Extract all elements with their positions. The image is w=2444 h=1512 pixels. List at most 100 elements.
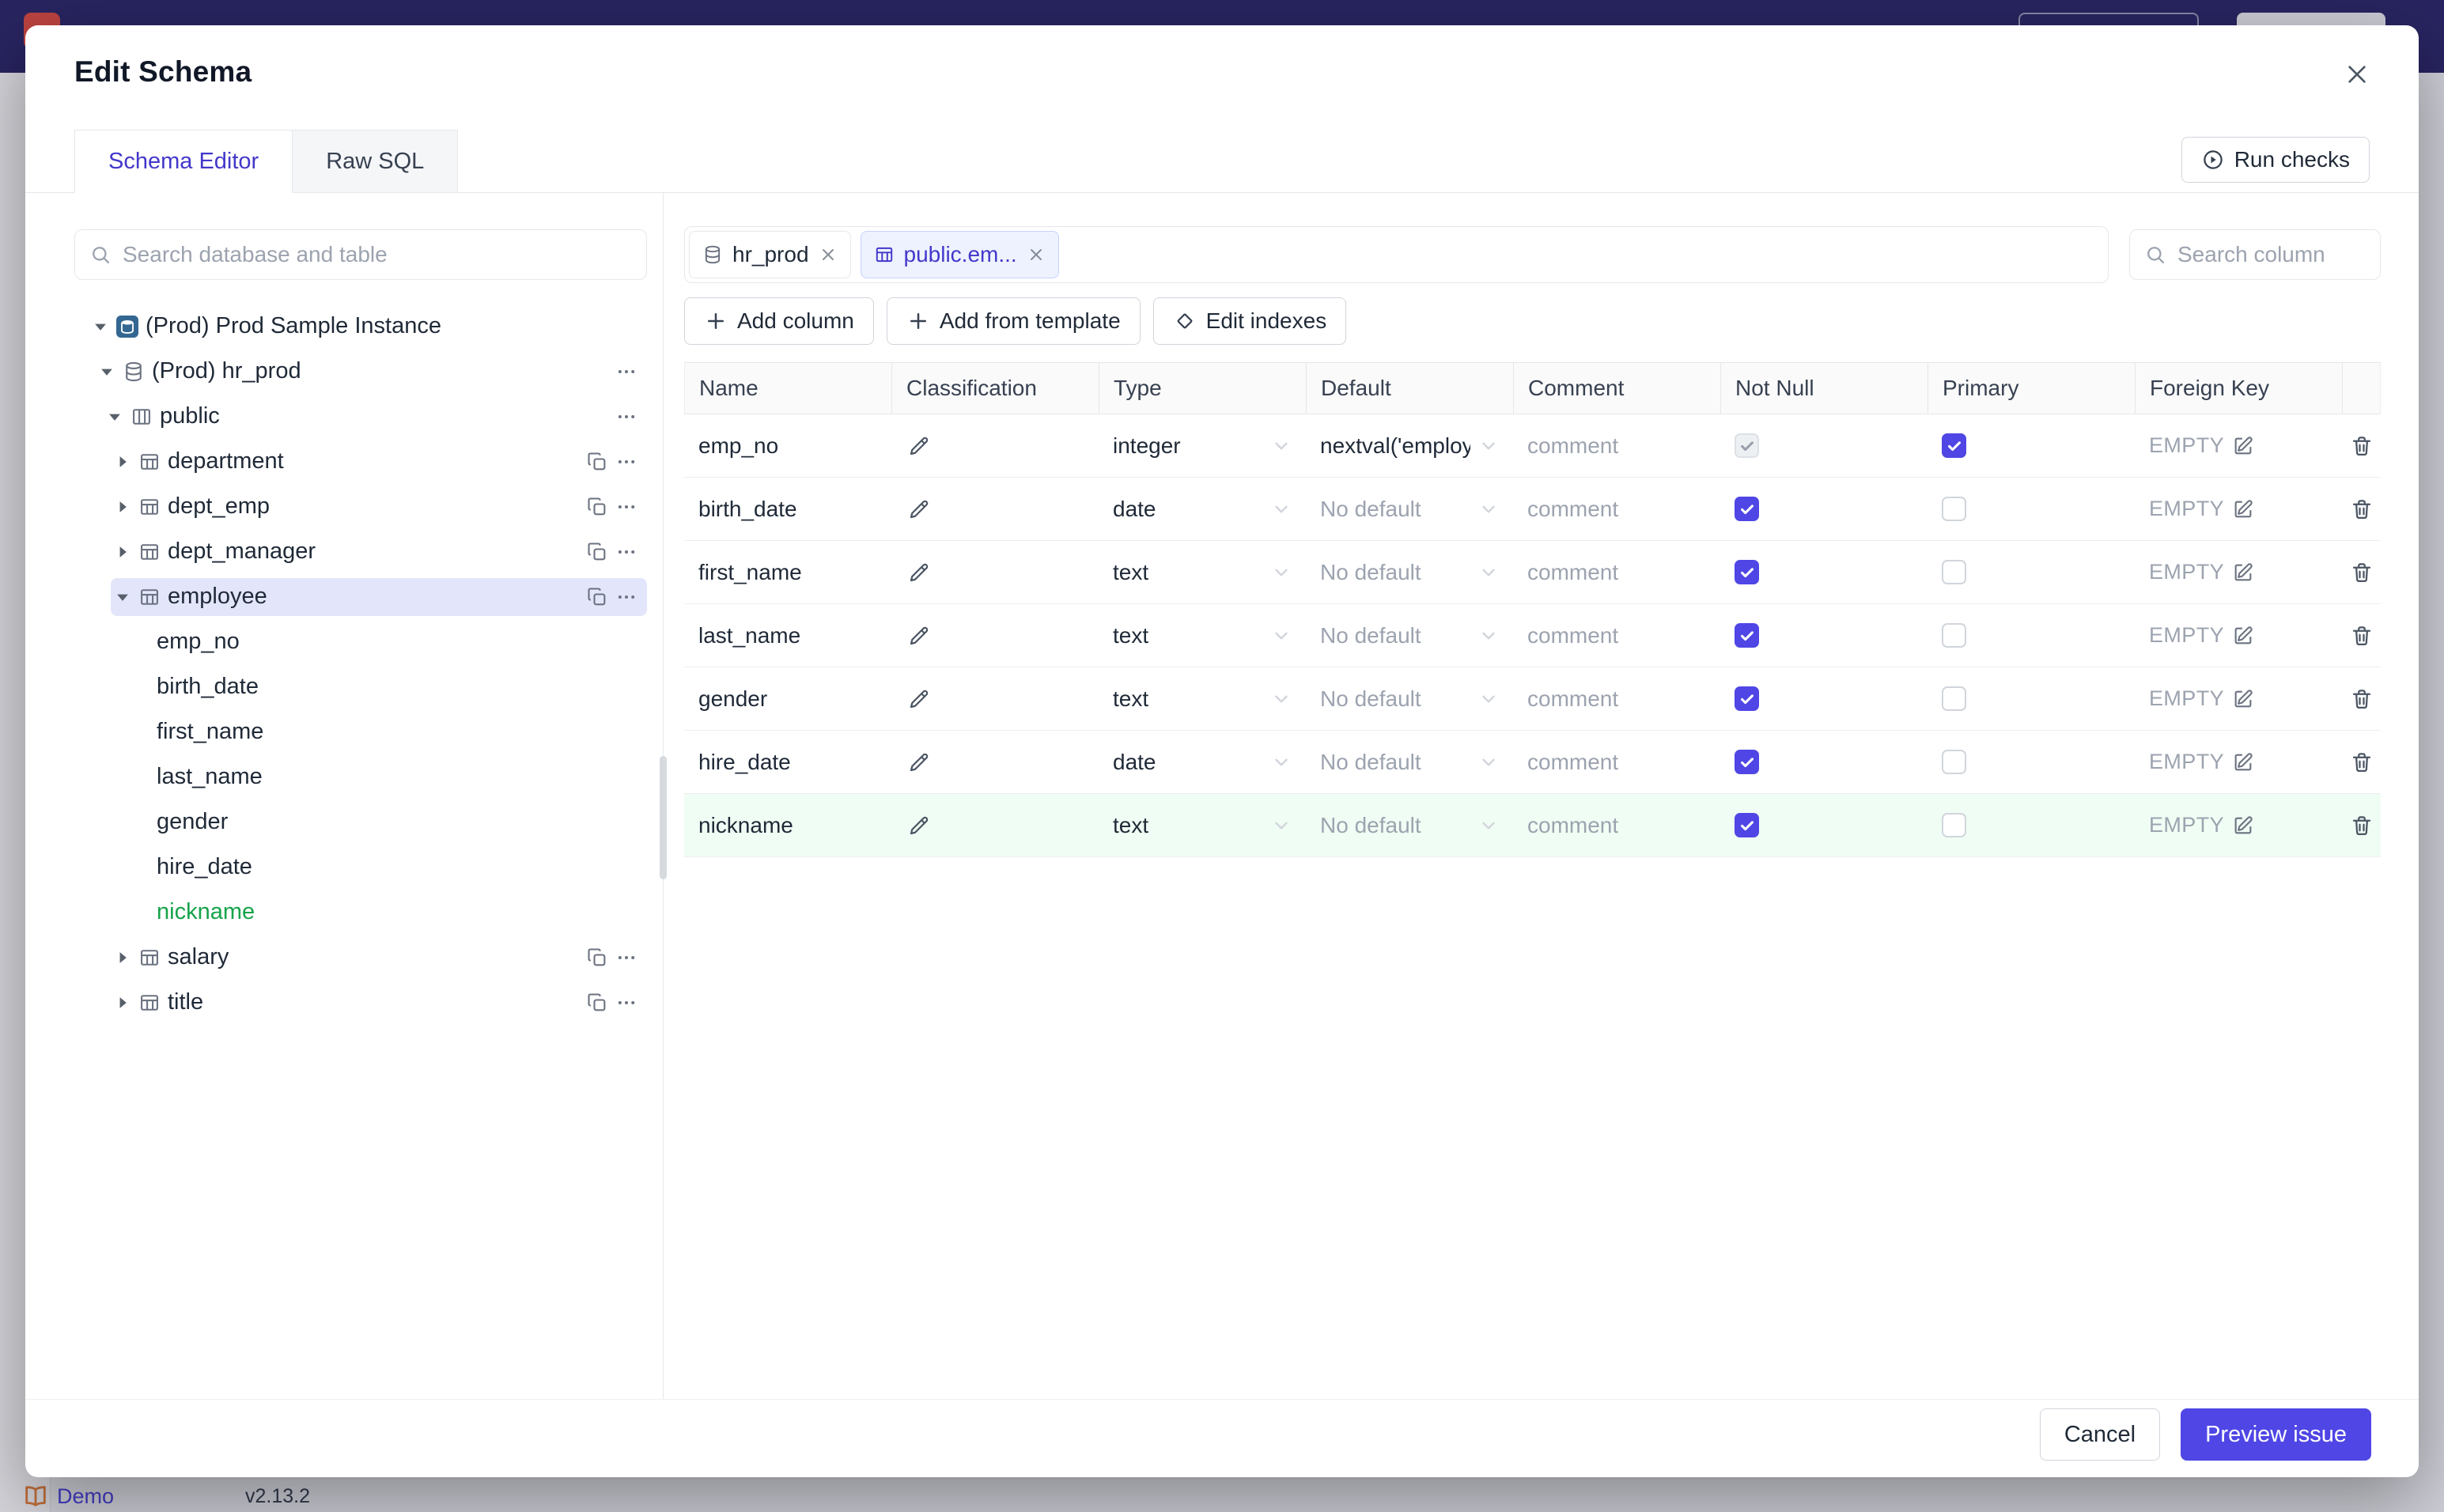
tree-item-emp-no[interactable]: emp_no — [74, 619, 647, 664]
more-actions-icon[interactable] — [615, 451, 637, 473]
type-select[interactable]: date — [1099, 478, 1306, 540]
default-select[interactable]: No default — [1306, 541, 1513, 603]
more-actions-icon[interactable] — [615, 406, 637, 428]
not-null-checkbox[interactable] — [1735, 497, 1759, 521]
foreign-key-button[interactable]: EMPTY — [2149, 623, 2254, 648]
caret-down-icon[interactable] — [106, 408, 123, 425]
caret-right-icon[interactable] — [114, 949, 131, 966]
primary-checkbox[interactable] — [1942, 433, 1966, 458]
classification-edit-icon[interactable] — [906, 559, 933, 586]
column-search-input[interactable] — [2177, 242, 2366, 267]
comment-cell[interactable]: comment — [1513, 541, 1720, 603]
more-actions-icon[interactable] — [615, 992, 637, 1014]
not-null-checkbox[interactable] — [1735, 686, 1759, 711]
caret-down-icon[interactable] — [98, 363, 115, 380]
not-null-checkbox[interactable] — [1735, 750, 1759, 774]
primary-checkbox[interactable] — [1942, 560, 1966, 584]
duplicate-table-icon[interactable] — [586, 992, 608, 1014]
resize-handle[interactable] — [660, 756, 667, 879]
tree-item-prod-hr-prod[interactable]: (Prod) hr_prod — [74, 349, 647, 394]
classification-edit-icon[interactable] — [906, 496, 933, 523]
cancel-button[interactable]: Cancel — [2039, 1408, 2161, 1461]
tab-schema-editor[interactable]: Schema Editor — [74, 130, 293, 193]
default-select[interactable]: No default — [1306, 667, 1513, 730]
edit-indexes-button[interactable]: Edit indexes — [1152, 297, 1347, 345]
primary-checkbox[interactable] — [1942, 750, 1966, 774]
caret-right-icon[interactable] — [114, 994, 131, 1011]
tree-item-title[interactable]: title — [74, 980, 647, 1025]
type-select[interactable]: text — [1099, 604, 1306, 667]
duplicate-table-icon[interactable] — [586, 496, 608, 518]
foreign-key-button[interactable]: EMPTY — [2149, 813, 2254, 837]
name-cell[interactable]: emp_no — [684, 414, 891, 477]
delete-column-icon[interactable] — [2348, 749, 2375, 776]
type-select[interactable]: text — [1099, 541, 1306, 603]
close-tab-icon[interactable] — [819, 245, 838, 264]
type-select[interactable]: date — [1099, 731, 1306, 793]
type-select[interactable]: integer — [1099, 414, 1306, 477]
foreign-key-button[interactable]: EMPTY — [2149, 750, 2254, 774]
tree-item-dept-emp[interactable]: dept_emp — [74, 484, 647, 529]
tree-item-employee[interactable]: employee — [74, 574, 647, 619]
tree-item-public[interactable]: public — [74, 394, 647, 439]
name-cell[interactable]: gender — [684, 667, 891, 730]
classification-edit-icon[interactable] — [906, 622, 933, 649]
more-actions-icon[interactable] — [615, 947, 637, 969]
editor-tab-hr-prod[interactable]: hr_prod — [689, 231, 851, 278]
tree-item-hire-date[interactable]: hire_date — [74, 845, 647, 890]
comment-cell[interactable]: comment — [1513, 667, 1720, 730]
primary-checkbox[interactable] — [1942, 623, 1966, 648]
primary-checkbox[interactable] — [1942, 813, 1966, 837]
default-select[interactable]: No default — [1306, 604, 1513, 667]
foreign-key-button[interactable]: EMPTY — [2149, 560, 2254, 584]
not-null-checkbox[interactable] — [1735, 813, 1759, 837]
tree-item-prod-prod-sample-instance[interactable]: (Prod) Prod Sample Instance — [74, 304, 647, 349]
name-cell[interactable]: first_name — [684, 541, 891, 603]
duplicate-table-icon[interactable] — [586, 451, 608, 473]
tree-item-birth-date[interactable]: birth_date — [74, 664, 647, 709]
tree-item-last-name[interactable]: last_name — [74, 754, 647, 799]
tab-raw-sql[interactable]: Raw SQL — [293, 130, 459, 193]
add-from-template-button[interactable]: Add from template — [886, 297, 1141, 345]
type-select[interactable]: text — [1099, 794, 1306, 856]
name-cell[interactable]: birth_date — [684, 478, 891, 540]
tree-item-department[interactable]: department — [74, 439, 647, 484]
classification-edit-icon[interactable] — [906, 686, 933, 713]
comment-cell[interactable]: comment — [1513, 414, 1720, 477]
delete-column-icon[interactable] — [2348, 559, 2375, 586]
tree-item-first-name[interactable]: first_name — [74, 709, 647, 754]
type-select[interactable]: text — [1099, 667, 1306, 730]
default-select[interactable]: No default — [1306, 794, 1513, 856]
classification-edit-icon[interactable] — [906, 749, 933, 776]
run-checks-button[interactable]: Run checks — [2181, 137, 2370, 183]
not-null-checkbox[interactable] — [1735, 560, 1759, 584]
name-cell[interactable]: last_name — [684, 604, 891, 667]
preview-issue-button[interactable]: Preview issue — [2181, 1408, 2371, 1461]
classification-edit-icon[interactable] — [906, 812, 933, 839]
tree-item-salary[interactable]: salary — [74, 935, 647, 980]
panel-resize-divider[interactable] — [660, 193, 667, 1399]
close-icon[interactable] — [2340, 57, 2374, 92]
add-column-button[interactable]: Add column — [684, 297, 874, 345]
more-actions-icon[interactable] — [615, 541, 637, 563]
name-cell[interactable]: nickname — [684, 794, 891, 856]
comment-cell[interactable]: comment — [1513, 604, 1720, 667]
caret-right-icon[interactable] — [114, 498, 131, 516]
primary-checkbox[interactable] — [1942, 497, 1966, 521]
delete-column-icon[interactable] — [2348, 686, 2375, 713]
caret-right-icon[interactable] — [114, 453, 131, 471]
tree-item-nickname[interactable]: nickname — [74, 890, 647, 935]
not-null-checkbox[interactable] — [1735, 433, 1759, 458]
primary-checkbox[interactable] — [1942, 686, 1966, 711]
tree-item-gender[interactable]: gender — [74, 799, 647, 845]
duplicate-table-icon[interactable] — [586, 541, 608, 563]
more-actions-icon[interactable] — [615, 586, 637, 608]
more-actions-icon[interactable] — [615, 496, 637, 518]
default-select[interactable]: No default — [1306, 731, 1513, 793]
delete-column-icon[interactable] — [2348, 622, 2375, 649]
default-select[interactable]: nextval('employ — [1306, 414, 1513, 477]
default-select[interactable]: No default — [1306, 478, 1513, 540]
caret-down-icon[interactable] — [92, 318, 109, 335]
foreign-key-button[interactable]: EMPTY — [2149, 686, 2254, 711]
delete-column-icon[interactable] — [2348, 496, 2375, 523]
